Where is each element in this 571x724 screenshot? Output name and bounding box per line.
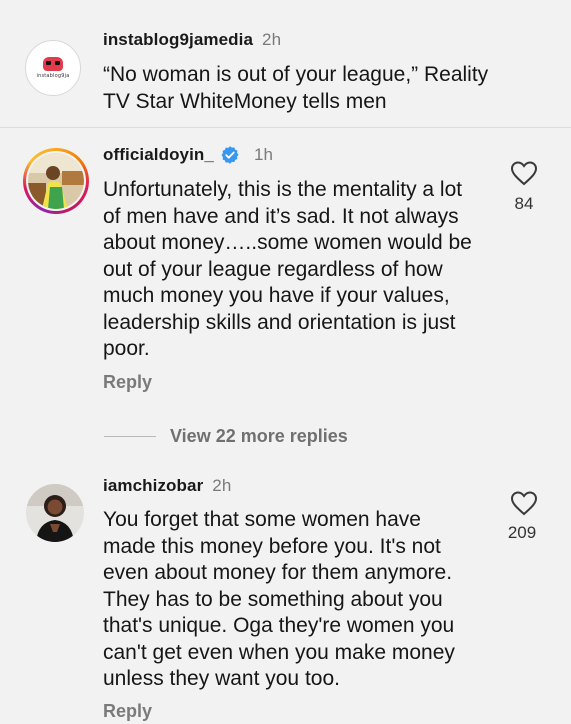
- caption-time: 2h: [262, 30, 282, 49]
- verified-badge-icon: [221, 146, 239, 164]
- avatar[interactable]: [26, 484, 84, 542]
- caption-user-line: instablog9jamedia 2h: [103, 30, 281, 50]
- heart-icon[interactable]: [510, 160, 538, 186]
- logo-text: instablog9ja: [36, 73, 70, 79]
- post-caption: instablog9ja instablog9jamedia 2h “No wo…: [0, 0, 571, 128]
- avatar[interactable]: instablog9ja: [25, 40, 81, 96]
- comment-2-reply-button[interactable]: Reply: [103, 701, 152, 722]
- comment-1-time: 1h: [253, 145, 274, 164]
- profile-photo: [28, 153, 84, 209]
- caption-text: “No woman is out of your league,” Realit…: [103, 63, 489, 113]
- comment-1-username[interactable]: officialdoyin_: [103, 145, 214, 165]
- divider: [104, 436, 156, 437]
- comment-2-text: You forget that some women have made thi…: [103, 508, 455, 690]
- comment-2-username[interactable]: iamchizobar: [103, 476, 203, 496]
- comment-2-time: 2h: [212, 476, 232, 495]
- heart-icon[interactable]: [510, 490, 538, 516]
- comment-1-text: Unfortunately, this is the mentality a l…: [103, 178, 472, 360]
- view-more-label[interactable]: View 22 more replies: [170, 426, 348, 447]
- comment-2-like-count: 209: [507, 523, 537, 542]
- instablog9ja-logo-icon: [43, 57, 63, 71]
- comments-screen: instablog9ja instablog9jamedia 2h “No wo…: [0, 0, 571, 724]
- view-more-replies[interactable]: View 22 more replies: [104, 426, 348, 447]
- profile-photo: [26, 484, 84, 542]
- caption-username[interactable]: instablog9jamedia: [103, 30, 253, 50]
- comment-2-user-line: iamchizobar 2h: [103, 476, 231, 496]
- avatar[interactable]: [23, 148, 89, 214]
- comment-1-user-line: officialdoyin_ 1h: [103, 145, 273, 165]
- comment-1-like-count: 84: [514, 194, 534, 213]
- comment-1-reply-button[interactable]: Reply: [103, 372, 152, 393]
